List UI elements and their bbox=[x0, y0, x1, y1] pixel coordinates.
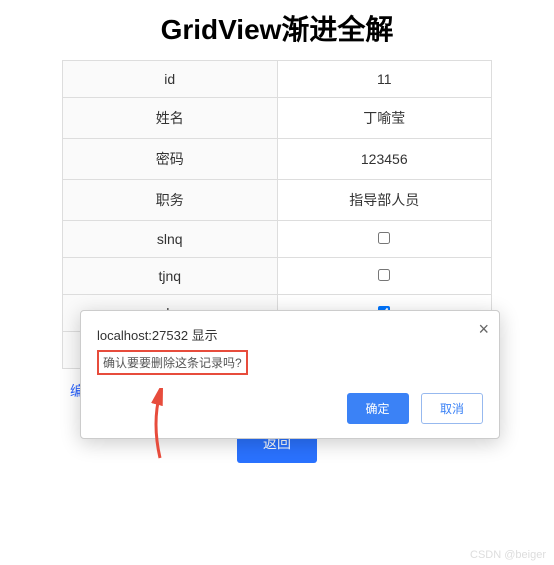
table-row: tjnq bbox=[63, 258, 492, 295]
slnq-checkbox[interactable] bbox=[378, 232, 390, 244]
cancel-button[interactable]: 取消 bbox=[421, 393, 483, 424]
row-value: 丁喻莹 bbox=[277, 98, 492, 139]
tjnq-checkbox[interactable] bbox=[378, 269, 390, 281]
confirm-dialog: × localhost:27532 显示 确认要要删除这条记录吗? 确定 取消 bbox=[80, 310, 500, 439]
page-title: GridView渐进全解 bbox=[0, 0, 554, 60]
row-label: 密码 bbox=[63, 139, 278, 180]
row-value bbox=[277, 258, 492, 295]
dialog-message: 确认要要删除这条记录吗? bbox=[97, 350, 248, 375]
close-icon[interactable]: × bbox=[478, 319, 489, 340]
watermark: CSDN @beiger bbox=[470, 549, 546, 561]
row-label: slnq bbox=[63, 221, 278, 258]
table-row: 密码123456 bbox=[63, 139, 492, 180]
ok-button[interactable]: 确定 bbox=[347, 393, 409, 424]
table-row: slnq bbox=[63, 221, 492, 258]
table-row: 姓名丁喻莹 bbox=[63, 98, 492, 139]
row-label: 姓名 bbox=[63, 98, 278, 139]
row-value bbox=[277, 221, 492, 258]
row-value: 11 bbox=[277, 61, 492, 98]
table-row: id11 bbox=[63, 61, 492, 98]
dialog-title: localhost:27532 显示 bbox=[97, 325, 483, 344]
row-label: 职务 bbox=[63, 180, 278, 221]
row-value: 123456 bbox=[277, 139, 492, 180]
row-value: 指导部人员 bbox=[277, 180, 492, 221]
row-label: id bbox=[63, 61, 278, 98]
row-label: tjnq bbox=[63, 258, 278, 295]
table-row: 职务指导部人员 bbox=[63, 180, 492, 221]
